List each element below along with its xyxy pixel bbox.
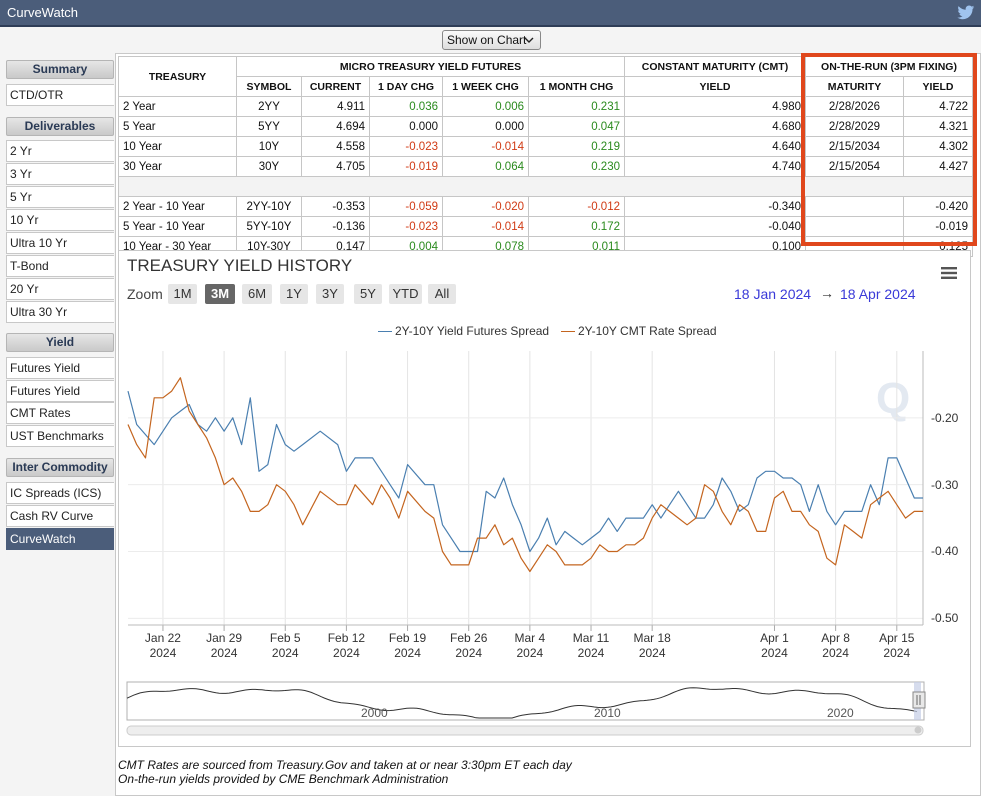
y-tick-label: -0.50	[931, 611, 959, 626]
series-cmt-spread-line[interactable]	[127, 377, 923, 573]
x-tick-label: Feb 5 2024	[255, 631, 315, 661]
x-tick-date: Apr 15	[879, 631, 915, 645]
navigator-scroll-thumb[interactable]	[914, 726, 922, 734]
x-tick-year: 2024	[210, 646, 238, 660]
x-tick-date: Apr 1	[760, 631, 789, 645]
x-tick-label: Feb 12 2024	[316, 631, 376, 661]
x-tick-year: 2024	[516, 646, 544, 660]
x-tick-date: Feb 5	[269, 631, 301, 645]
series-futures-spread-line[interactable]	[127, 390, 923, 553]
x-tick-year: 2024	[577, 646, 605, 660]
x-tick-label: Apr 1 2024	[744, 631, 804, 661]
x-tick-label: Feb 19 2024	[378, 631, 438, 661]
x-tick-year: 2024	[761, 646, 788, 660]
x-tick-date: Jan 22	[144, 631, 181, 645]
x-tick-date: Apr 8	[821, 631, 850, 645]
x-tick-date: Mar 11	[572, 631, 610, 645]
navigator[interactable]	[126, 681, 926, 736]
x-tick-year: 2024	[822, 646, 849, 660]
x-tick-date: Feb 26	[450, 631, 488, 645]
x-tick-year: 2024	[271, 646, 299, 660]
x-tick-label: Mar 18 2024	[622, 631, 682, 661]
y-tick-label: -0.30	[931, 477, 959, 492]
x-tick-year: 2024	[883, 646, 911, 660]
navigator-handle[interactable]	[912, 691, 926, 709]
x-tick-year: 2024	[394, 646, 421, 660]
x-tick-label: Jan 22 2024	[133, 631, 193, 661]
x-tick-year: 2024	[333, 646, 360, 660]
x-tick-date: Feb 19	[388, 631, 427, 645]
x-tick-date: Mar 4	[514, 631, 546, 645]
navigator-year-2000: 2000	[361, 706, 388, 720]
x-tick-label: Mar 11 2024	[561, 631, 621, 661]
x-tick-date: Mar 18	[633, 631, 671, 645]
y-tick-label: -0.40	[931, 544, 959, 559]
navigator-year-2020: 2020	[827, 706, 854, 720]
x-tick-label: Apr 8 2024	[806, 631, 866, 661]
x-tick-label: Mar 4 2024	[500, 631, 560, 661]
chart-series-group	[127, 377, 923, 573]
x-tick-label: Apr 15 2024	[867, 631, 927, 661]
x-tick-label: Jan 29 2024	[194, 631, 254, 661]
x-tick-year: 2024	[149, 646, 177, 660]
x-tick-year: 2024	[638, 646, 666, 660]
x-tick-year: 2024	[455, 646, 483, 660]
footnote-otr-source: On-the-run yields provided by CME Benchm…	[118, 772, 449, 786]
x-tick-date: Jan 29	[206, 631, 243, 645]
x-tick-label: Feb 26 2024	[439, 631, 499, 661]
chart-grid	[128, 351, 924, 631]
chart-plot: Q	[126, 351, 926, 736]
navigator-scrollbar[interactable]	[126, 725, 924, 736]
watermark-logo: Q	[876, 374, 910, 423]
footnote-cmt-source: CMT Rates are sourced from Treasury.Gov …	[118, 758, 572, 772]
y-tick-label: -0.20	[931, 410, 959, 425]
x-tick-date: Feb 12	[327, 631, 366, 645]
navigator-year-2010: 2010	[594, 706, 621, 720]
